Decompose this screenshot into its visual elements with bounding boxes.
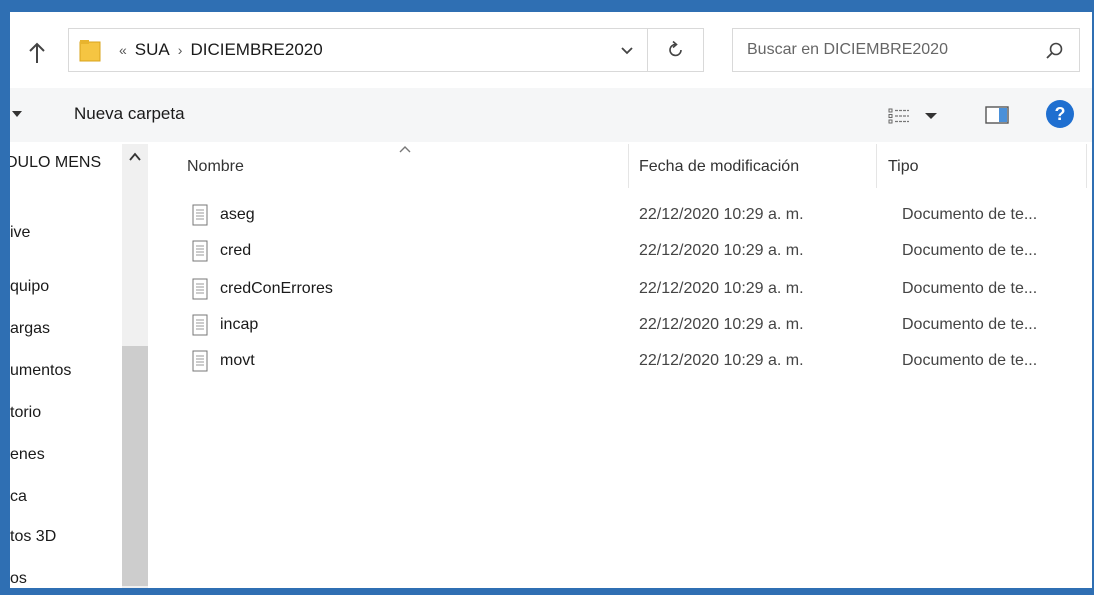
file-date: 22/12/2020 10:29 a. m. — [639, 352, 804, 369]
file-explorer-window: « SUA › DICIEMBRE2020 Buscar en DICIEMBR… — [10, 12, 1092, 588]
text-file-icon — [192, 240, 208, 262]
change-view-button[interactable] — [888, 104, 938, 128]
text-file-icon — [192, 350, 208, 372]
nav-item-videos[interactable]: os — [10, 570, 27, 588]
file-date: 22/12/2020 10:29 a. m. — [639, 280, 804, 297]
nav-item-documentos[interactable]: umentos — [10, 362, 71, 380]
file-name: movt — [220, 352, 255, 369]
refresh-icon — [668, 40, 682, 57]
column-divider[interactable] — [876, 144, 877, 188]
nav-item-modulo-mens[interactable]: DULO MENS — [10, 154, 101, 172]
nav-item-imagenes[interactable]: enes — [10, 446, 45, 464]
new-folder-button[interactable]: Nueva carpeta — [74, 104, 185, 124]
text-file-icon — [192, 278, 208, 300]
breadcrumb-item-diciembre2020[interactable]: DICIEMBRE2020 — [190, 40, 322, 60]
nav-item-onedrive[interactable]: ive — [10, 224, 30, 242]
file-name: incap — [220, 316, 259, 333]
breadcrumb-item-sua[interactable]: SUA — [135, 40, 170, 60]
navigation-pane: DULO MENS ive quipo argas umentos torio … — [10, 144, 150, 588]
search-box[interactable] — [732, 28, 1080, 72]
text-file-icon — [192, 314, 208, 336]
chevron-down-icon — [925, 113, 937, 119]
file-type: Documento de te... — [902, 206, 1038, 223]
file-type: Documento de te... — [902, 280, 1038, 297]
nav-item-descargas[interactable]: argas — [10, 320, 50, 338]
column-divider[interactable] — [1086, 144, 1087, 188]
chevron-down-icon — [621, 47, 633, 55]
arrow-up-icon — [29, 42, 45, 63]
file-type: Documento de te... — [902, 242, 1038, 259]
file-date: 22/12/2020 10:29 a. m. — [639, 242, 804, 259]
file-type: Documento de te... — [902, 352, 1038, 369]
file-row[interactable]: cred 22/12/2020 10:29 a. m. Documento de… — [150, 234, 1092, 268]
nav-item-escritorio[interactable]: torio — [10, 404, 41, 422]
chevron-up-icon[interactable] — [128, 150, 142, 164]
search-icon[interactable] — [1045, 41, 1065, 61]
file-type: Documento de te... — [902, 316, 1038, 333]
file-row[interactable]: incap 22/12/2020 10:29 a. m. Documento d… — [150, 308, 1092, 342]
file-name: cred — [220, 242, 252, 259]
nav-item-este-equipo[interactable]: quipo — [10, 278, 49, 296]
nav-item-musica[interactable]: ca — [10, 488, 27, 506]
nav-item-objetos-3d[interactable]: tos 3D — [10, 528, 56, 546]
folder-icon — [79, 40, 101, 62]
search-input[interactable] — [733, 40, 1039, 60]
breadcrumb-separator[interactable]: › — [178, 42, 183, 58]
command-bar: Nueva carpeta ? — [10, 88, 1092, 142]
dropdown-arrow-icon[interactable] — [12, 108, 24, 120]
column-divider[interactable] — [628, 144, 629, 188]
breadcrumb-overflow[interactable]: « — [119, 42, 127, 58]
nav-scrollbar-thumb[interactable] — [122, 346, 148, 586]
refresh-button[interactable] — [648, 28, 704, 72]
up-button[interactable] — [22, 38, 52, 68]
address-row: « SUA › DICIEMBRE2020 — [10, 12, 1092, 86]
help-button[interactable]: ? — [1046, 100, 1074, 128]
column-header-date[interactable]: Fecha de modificación — [639, 158, 799, 176]
details-view-icon — [888, 108, 909, 124]
preview-pane-button[interactable] — [984, 104, 1010, 126]
file-date: 22/12/2020 10:29 a. m. — [639, 206, 804, 223]
file-row[interactable]: aseg 22/12/2020 10:29 a. m. Documento de… — [150, 198, 1092, 232]
file-row[interactable]: credConErrores 22/12/2020 10:29 a. m. Do… — [150, 272, 1092, 306]
file-row[interactable]: movt 22/12/2020 10:29 a. m. Documento de… — [150, 344, 1092, 378]
address-bar[interactable]: « SUA › DICIEMBRE2020 — [68, 28, 648, 72]
sort-ascending-icon — [399, 146, 411, 153]
file-name: aseg — [220, 206, 255, 223]
file-list-pane: Nombre Fecha de modificación Tipo aseg 2… — [150, 144, 1092, 588]
text-file-icon — [192, 204, 208, 226]
address-dropdown-button[interactable] — [617, 41, 637, 61]
preview-pane-icon — [985, 106, 1009, 124]
column-header-name[interactable]: Nombre — [187, 158, 244, 176]
file-name: credConErrores — [220, 280, 333, 297]
column-header-type[interactable]: Tipo — [888, 158, 919, 176]
file-date: 22/12/2020 10:29 a. m. — [639, 316, 804, 333]
